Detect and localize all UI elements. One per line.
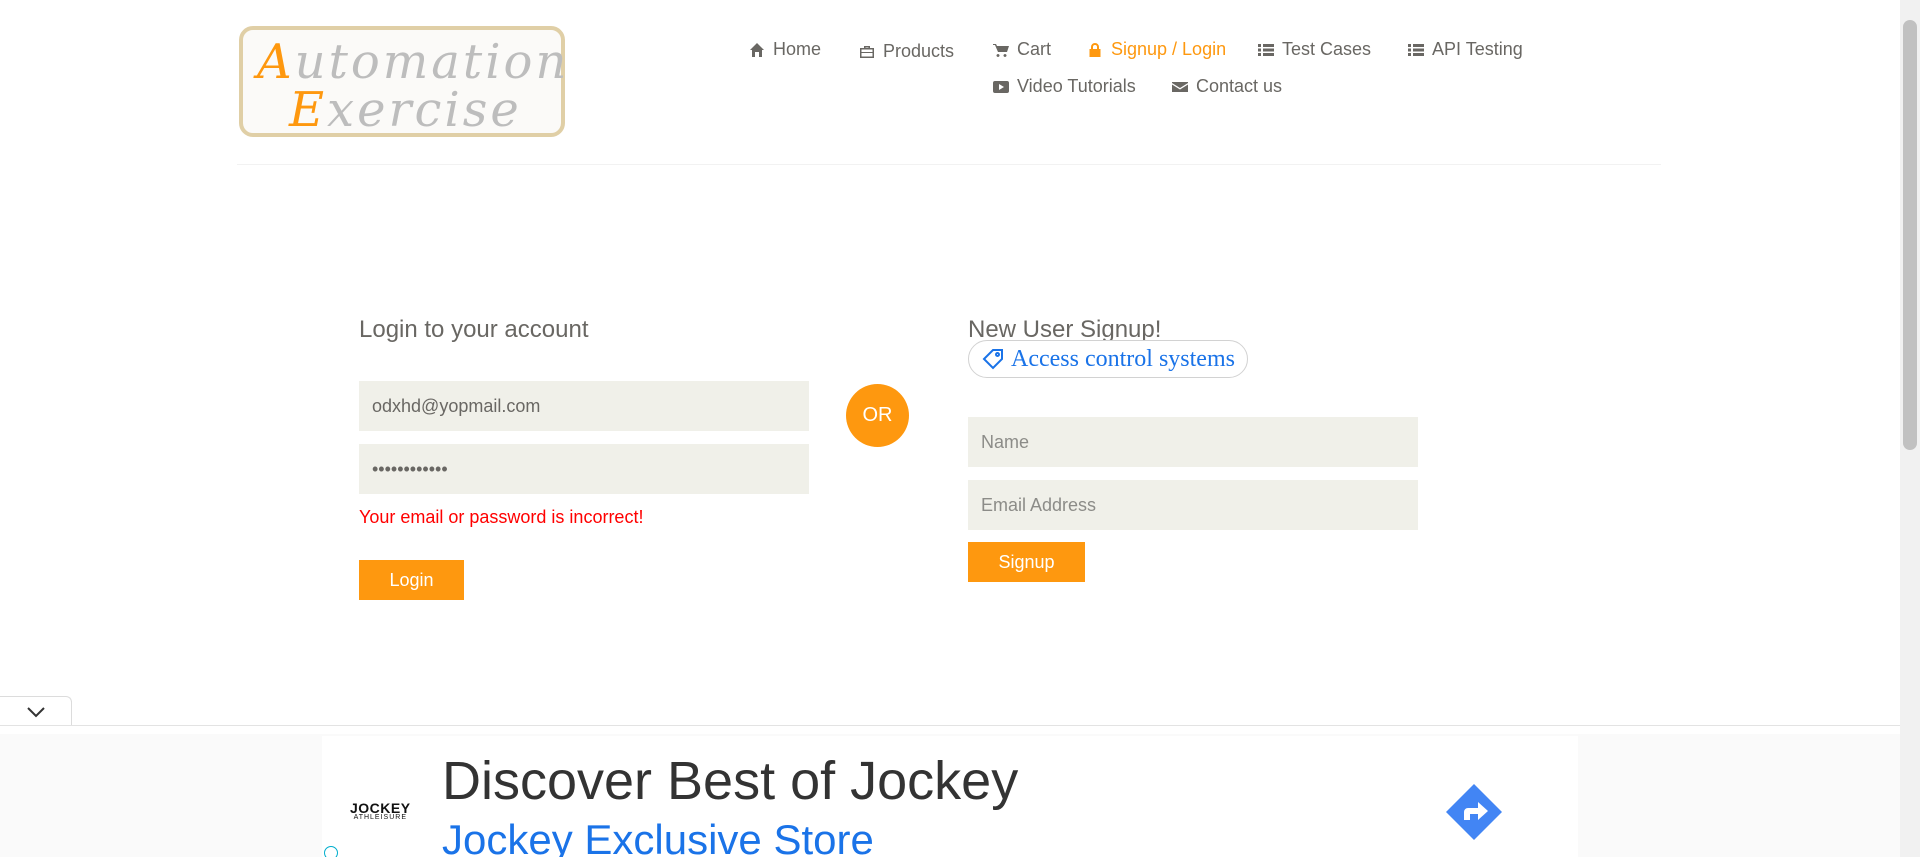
envelope-icon [1172,81,1188,92]
ad-brand-sub: ATHLEISURE [353,814,407,821]
signup-email-input[interactable] [968,480,1418,530]
login-error-message: Your email or password is incorrect! [359,507,644,527]
scrollbar-thumb[interactable] [1903,20,1917,450]
nav-api-testing[interactable]: API Testing [1408,39,1523,60]
logo-line-2: Exercise [289,82,522,138]
nav-test-cases-label: Test Cases [1282,39,1372,59]
login-title: Login to your account [359,316,589,343]
nav-signup-login[interactable]: Signup / Login [1087,39,1226,60]
signup-name-input[interactable] [968,417,1418,467]
ad-banner[interactable]: JOCKEY ATHLEISURE Discover Best of Jocke… [322,736,1578,857]
home-icon [750,42,764,57]
ad-headline: Discover Best of Jockey [442,751,1019,811]
login-button[interactable]: Login [359,560,464,600]
tag-icon [982,349,1003,370]
list-icon [1408,43,1424,56]
login-email-input[interactable] [359,381,809,431]
nav-cart-label: Cart [1017,39,1052,59]
header-divider [237,164,1661,165]
ad-chip-access-control[interactable]: Access control systems [968,340,1248,378]
nav-home-label: Home [773,39,822,59]
nav-products[interactable]: Products [859,41,954,62]
ad-bar-divider [0,725,1900,726]
cart-icon [993,43,1009,57]
youtube-play-icon [993,80,1009,93]
site-logo[interactable]: Automation Exercise [239,26,566,138]
nav-video-tutorials-label: Video Tutorials [1017,76,1136,96]
chevron-down-icon [26,706,45,717]
ad-chip-label: Access control systems [1011,345,1235,372]
nav-signup-login-label: Signup / Login [1111,39,1227,59]
or-divider: OR [846,384,909,447]
ad-subline: Jockey Exclusive Store [442,816,874,857]
list-icon [1258,43,1274,56]
nav-contact-us-label: Contact us [1196,76,1283,96]
ad-collapse-tab[interactable] [0,696,72,726]
jockey-logo: JOCKEY ATHLEISURE [350,800,411,821]
nav-video-tutorials[interactable]: Video Tutorials [993,76,1136,97]
signup-button[interactable]: Signup [968,542,1085,582]
nav-contact-us[interactable]: Contact us [1172,76,1282,97]
briefcase-icon [860,45,874,58]
login-password-input[interactable] [359,444,809,494]
nav-api-testing-label: API Testing [1432,39,1523,59]
directions-arrow-icon[interactable] [1444,782,1504,842]
nav-products-label: Products [883,41,955,61]
lock-icon [1089,42,1101,57]
nav-test-cases[interactable]: Test Cases [1258,39,1371,60]
nav-home[interactable]: Home [749,39,821,60]
nav-cart[interactable]: Cart [993,39,1051,60]
ad-info-icon[interactable] [324,846,338,857]
